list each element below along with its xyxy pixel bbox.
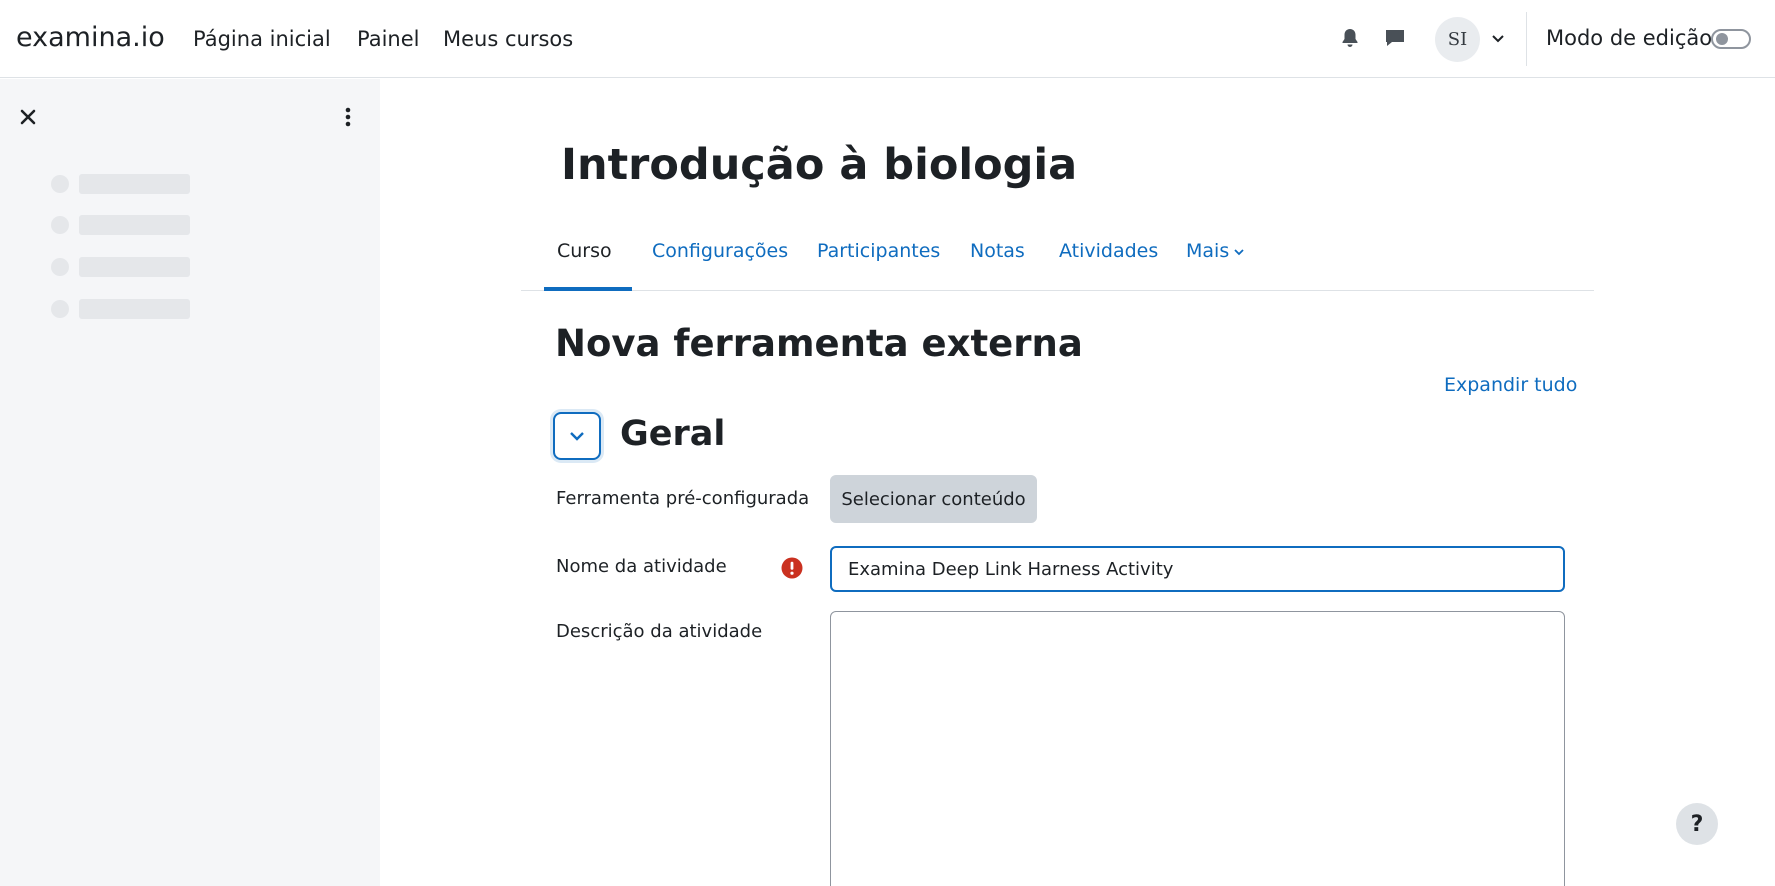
preconfigured-tool-label: Ferramenta pré-configurada bbox=[556, 488, 810, 509]
edit-mode-label: Modo de edição bbox=[1546, 26, 1713, 50]
skeleton-placeholder bbox=[51, 300, 69, 318]
tab-more[interactable]: Mais bbox=[1186, 240, 1245, 262]
tab-activities[interactable]: Atividades bbox=[1059, 240, 1158, 262]
bell-icon[interactable] bbox=[1338, 26, 1362, 50]
expand-all-link[interactable]: Expandir tudo bbox=[1444, 374, 1577, 396]
skeleton-placeholder bbox=[79, 257, 190, 277]
section-collapse-button[interactable] bbox=[553, 412, 601, 460]
skeleton-placeholder bbox=[79, 174, 190, 194]
tab-settings[interactable]: Configurações bbox=[652, 240, 788, 262]
help-button[interactable]: ? bbox=[1676, 803, 1718, 845]
nav-link-my-courses[interactable]: Meus cursos bbox=[443, 27, 573, 51]
course-title: Introdução à biologia bbox=[561, 140, 1078, 190]
skeleton-placeholder bbox=[51, 175, 69, 193]
activity-name-label: Nome da atividade bbox=[556, 556, 727, 577]
activity-description-label: Descrição da atividade bbox=[556, 621, 763, 642]
tab-participants[interactable]: Participantes bbox=[817, 240, 940, 262]
nav-link-dashboard[interactable]: Painel bbox=[357, 27, 420, 51]
course-tabs: Curso Configurações Participantes Notas … bbox=[521, 226, 1594, 291]
top-navbar: examina.io Página inicial Painel Meus cu… bbox=[0, 0, 1775, 78]
tab-course[interactable]: Curso bbox=[557, 240, 612, 262]
required-icon bbox=[781, 557, 803, 579]
site-brand[interactable]: examina.io bbox=[16, 22, 165, 53]
section-title: Geral bbox=[620, 414, 726, 454]
tab-grades[interactable]: Notas bbox=[970, 240, 1025, 262]
chevron-down-icon bbox=[1234, 248, 1244, 255]
chevron-down-icon[interactable] bbox=[1490, 30, 1506, 46]
skeleton-placeholder bbox=[79, 299, 190, 319]
chevron-down-icon bbox=[570, 432, 584, 441]
skeleton-placeholder bbox=[79, 215, 190, 235]
course-index-drawer bbox=[0, 79, 380, 886]
active-tab-indicator bbox=[544, 287, 632, 291]
toggle-knob bbox=[1716, 33, 1728, 45]
skeleton-placeholder bbox=[51, 258, 69, 276]
select-content-button[interactable]: Selecionar conteúdo bbox=[830, 475, 1037, 523]
page-heading: Nova ferramenta externa bbox=[555, 322, 1083, 365]
nav-link-home[interactable]: Página inicial bbox=[193, 27, 331, 51]
nav-divider bbox=[1526, 12, 1527, 66]
activity-description-editor[interactable] bbox=[830, 611, 1565, 886]
skeleton-placeholder bbox=[51, 216, 69, 234]
user-avatar[interactable]: SI bbox=[1435, 17, 1480, 62]
kebab-menu-icon[interactable] bbox=[340, 105, 356, 129]
edit-mode-toggle[interactable] bbox=[1711, 29, 1751, 49]
close-icon[interactable] bbox=[18, 107, 38, 127]
chat-icon[interactable] bbox=[1383, 26, 1407, 50]
tab-more-label: Mais bbox=[1186, 240, 1230, 262]
activity-name-input[interactable] bbox=[830, 546, 1565, 592]
